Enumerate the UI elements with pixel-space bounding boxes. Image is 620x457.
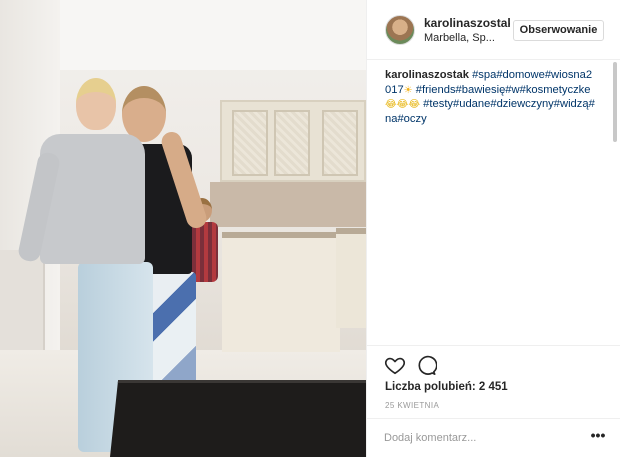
following-button[interactable]: Obserwowanie xyxy=(513,20,604,41)
comment-input[interactable] xyxy=(384,429,574,447)
photo-counter-right xyxy=(336,228,366,328)
sun-emoji-icon: ☀ xyxy=(403,84,413,96)
header-username[interactable]: karolinaszostak xyxy=(424,16,510,30)
post-date: 25 KWIETNIA xyxy=(385,401,440,410)
photo-backsplash xyxy=(210,182,366,227)
post-sidebar: karolinaszostak Marbella, Sp... Obserwow… xyxy=(366,0,620,457)
avatar[interactable] xyxy=(385,15,415,45)
header-location[interactable]: Marbella, Sp... xyxy=(424,32,510,44)
photo-person-left-head xyxy=(76,78,116,130)
photo-cabinet-door xyxy=(274,110,310,176)
caption-hashtags-line2[interactable]: #friends#bawiesię#w#kosmetyczke xyxy=(416,84,591,96)
post-header: karolinaszostak Marbella, Sp... Obserwow… xyxy=(367,0,620,60)
post-caption: karolinaszostak #spa#domowe#wiosna2017☀ … xyxy=(385,68,597,126)
more-options-icon[interactable]: ••• xyxy=(589,428,607,446)
caption-scrollbar[interactable] xyxy=(613,62,617,142)
caption-username[interactable]: karolinaszostak xyxy=(385,69,469,81)
post-photo[interactable] xyxy=(0,0,366,457)
photo-table xyxy=(110,380,366,457)
heart-icon[interactable] xyxy=(384,354,406,376)
likes-count[interactable]: Liczba polubień: 2 451 xyxy=(385,381,508,393)
photo-person-left-shirt xyxy=(40,134,145,264)
laughing-tears-emoji-icon: 😂😂 xyxy=(385,99,409,110)
comment-icon[interactable] xyxy=(415,354,438,376)
photo-cabinets xyxy=(220,100,366,182)
laughing-tears-emoji-icon: 😂 xyxy=(408,99,421,110)
photo-cabinet-door xyxy=(322,110,358,176)
photo-cabinet-door xyxy=(232,110,268,176)
photo-counter xyxy=(222,232,340,352)
post-actions: Liczba polubień: 2 451 25 KWIETNIA xyxy=(367,345,620,415)
comment-section: ••• xyxy=(367,418,620,457)
